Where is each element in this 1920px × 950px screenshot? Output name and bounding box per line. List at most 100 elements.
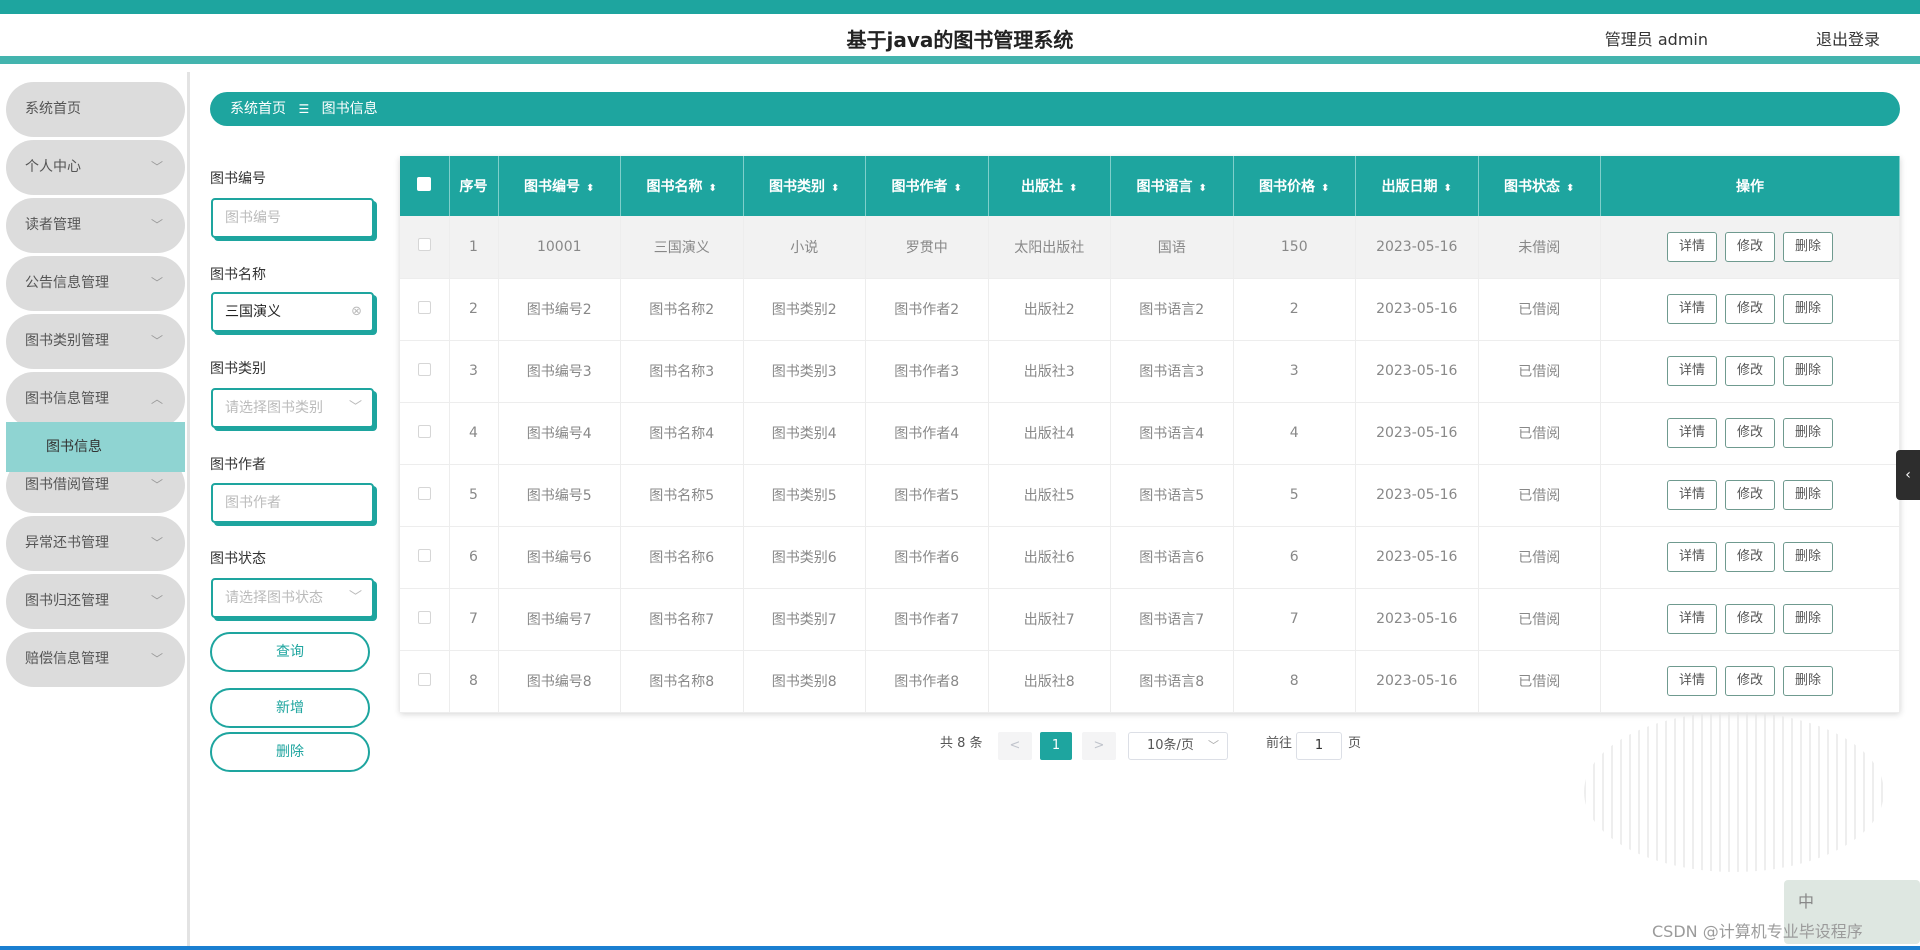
book-id-input[interactable]: 图书编号 — [211, 198, 374, 238]
detail-button[interactable]: 详情 — [1667, 604, 1717, 634]
add-button[interactable]: 新增 — [210, 688, 370, 728]
table-cell: 罗贯中 — [865, 216, 989, 279]
delete-row-button[interactable]: 删除 — [1783, 231, 1833, 262]
column-header[interactable]: 图书价格 ⬍ — [1233, 156, 1356, 216]
column-header[interactable]: 图书作者 ⬍ — [865, 156, 989, 216]
clear-icon[interactable]: ⊗ — [351, 294, 362, 330]
sort-icon[interactable]: ⬍ — [1566, 183, 1574, 194]
row-checkbox[interactable] — [400, 464, 450, 527]
delete-row-button[interactable]: 删除 — [1783, 604, 1833, 634]
delete-row-button[interactable]: 删除 — [1783, 356, 1833, 386]
page-size-value: 10条/页 — [1147, 738, 1194, 753]
table-cell: 图书语言6 — [1110, 526, 1234, 589]
sort-icon[interactable]: ⬍ — [1069, 183, 1077, 194]
detail-button[interactable]: 详情 — [1667, 294, 1717, 324]
sort-icon[interactable]: ⬍ — [709, 183, 717, 194]
sidebar-item[interactable]: 图书信息管理 ︿ — [6, 372, 185, 427]
logout-button[interactable]: 退出登录 — [1816, 26, 1880, 50]
row-checkbox[interactable] — [400, 340, 450, 403]
table-cell: 已借阅 — [1478, 526, 1601, 589]
detail-button[interactable]: 详情 — [1667, 666, 1717, 696]
pagination-total: 共 8 条 — [940, 736, 983, 751]
table-cell: 图书名称5 — [620, 464, 744, 527]
edit-button[interactable]: 修改 — [1725, 294, 1775, 324]
table-cell: 图书编号3 — [498, 340, 621, 403]
sidebar-item[interactable]: 系统首页 — [6, 82, 185, 137]
table-cell: 图书作者3 — [865, 340, 989, 403]
edit-button[interactable]: 修改 — [1725, 356, 1775, 386]
column-header[interactable]: 图书名称 ⬍ — [620, 156, 744, 216]
table-cell: 4 — [1233, 402, 1356, 465]
collapse-panel-icon[interactable]: ‹ — [1896, 450, 1920, 500]
column-header[interactable]: 图书编号 ⬍ — [498, 156, 621, 216]
edit-button[interactable]: 修改 — [1725, 418, 1775, 448]
column-header[interactable]: 出版日期 ⬍ — [1355, 156, 1479, 216]
edit-button[interactable]: 修改 — [1725, 231, 1775, 262]
column-header[interactable]: 图书语言 ⬍ — [1110, 156, 1234, 216]
delete-row-button[interactable]: 删除 — [1783, 666, 1833, 696]
delete-row-button[interactable]: 删除 — [1783, 294, 1833, 324]
book-author-input[interactable]: 图书作者 — [211, 483, 374, 523]
edit-button[interactable]: 修改 — [1725, 542, 1775, 572]
column-header-label: 出版社 — [1021, 179, 1064, 195]
select-all-checkbox[interactable] — [400, 156, 450, 216]
sort-icon[interactable]: ⬍ — [954, 183, 962, 194]
sort-icon[interactable]: ⬍ — [831, 183, 839, 194]
prev-page-button[interactable]: < — [998, 732, 1032, 760]
sidebar-item[interactable]: 图书类别管理 ﹀ — [6, 314, 185, 369]
detail-button[interactable]: 详情 — [1667, 542, 1717, 572]
table-cell: 3 — [449, 340, 499, 403]
goto-page-input[interactable]: 1 — [1296, 732, 1342, 760]
detail-button[interactable]: 详情 — [1667, 231, 1717, 262]
sidebar-item[interactable]: 赔偿信息管理 ﹀ — [6, 632, 185, 687]
row-checkbox[interactable] — [400, 278, 450, 341]
table-cell: 8 — [449, 650, 499, 713]
delete-row-button[interactable]: 删除 — [1783, 480, 1833, 510]
table-cell: 出版社6 — [988, 526, 1111, 589]
edit-button[interactable]: 修改 — [1725, 666, 1775, 696]
detail-button[interactable]: 详情 — [1667, 356, 1717, 386]
chevron-icon: ﹀ — [150, 160, 163, 174]
breadcrumb-home[interactable]: 系统首页 — [230, 101, 286, 117]
goto-suffix: 页 — [1348, 736, 1362, 751]
sidebar-item[interactable]: 读者管理 ﹀ — [6, 198, 185, 253]
detail-button[interactable]: 详情 — [1667, 418, 1717, 448]
table-cell: 图书名称7 — [620, 588, 744, 651]
sidebar-item[interactable]: 公告信息管理 ﹀ — [6, 256, 185, 311]
table-cell: 已借阅 — [1478, 278, 1601, 341]
edit-button[interactable]: 修改 — [1725, 604, 1775, 634]
table-cell: 图书类别4 — [743, 402, 866, 465]
column-header[interactable]: 图书类别 ⬍ — [743, 156, 866, 216]
table-row: 2 图书编号2 图书名称2 图书类别2 图书作者2 出版社2 图书语言2 2 2023-05-1… — [400, 278, 1900, 341]
delete-button[interactable]: 删除 — [210, 732, 370, 772]
row-checkbox[interactable] — [400, 526, 450, 589]
next-page-button[interactable]: > — [1082, 732, 1116, 760]
column-header[interactable]: 图书状态 ⬍ — [1478, 156, 1601, 216]
row-checkbox[interactable] — [400, 588, 450, 651]
book-status-select[interactable]: 请选择图书状态 ﹀ — [211, 578, 374, 618]
sort-icon[interactable]: ⬍ — [1199, 183, 1207, 194]
row-checkbox[interactable] — [400, 650, 450, 713]
sort-icon[interactable]: ⬍ — [1444, 183, 1452, 194]
row-checkbox[interactable] — [400, 402, 450, 465]
sidebar-item[interactable]: 异常还书管理 ﹀ — [6, 516, 185, 571]
edit-button[interactable]: 修改 — [1725, 480, 1775, 510]
query-button[interactable]: 查询 — [210, 632, 370, 672]
sort-icon[interactable]: ⬍ — [1321, 183, 1329, 194]
row-checkbox[interactable] — [400, 216, 450, 279]
book-name-label: 图书名称 — [210, 267, 266, 283]
book-category-select[interactable]: 请选择图书类别 ﹀ — [211, 388, 374, 428]
sidebar-item[interactable]: 个人中心 ﹀ — [6, 140, 185, 195]
book-name-input[interactable]: 三国演义 ⊗ — [211, 292, 374, 332]
sidebar-item[interactable]: 图书归还管理 ﹀ — [6, 574, 185, 629]
sidebar-subitem-book-info[interactable]: 图书信息 — [6, 422, 185, 472]
chevron-icon: ﹀ — [150, 536, 163, 550]
table-cell: 4 — [449, 402, 499, 465]
delete-row-button[interactable]: 删除 — [1783, 418, 1833, 448]
page-size-select[interactable]: 10条/页 ﹀ — [1128, 732, 1228, 760]
sort-icon[interactable]: ⬍ — [586, 183, 594, 194]
delete-row-button[interactable]: 删除 — [1783, 542, 1833, 572]
current-page-button[interactable]: 1 — [1040, 732, 1072, 760]
column-header[interactable]: 出版社 ⬍ — [988, 156, 1111, 216]
detail-button[interactable]: 详情 — [1667, 480, 1717, 510]
